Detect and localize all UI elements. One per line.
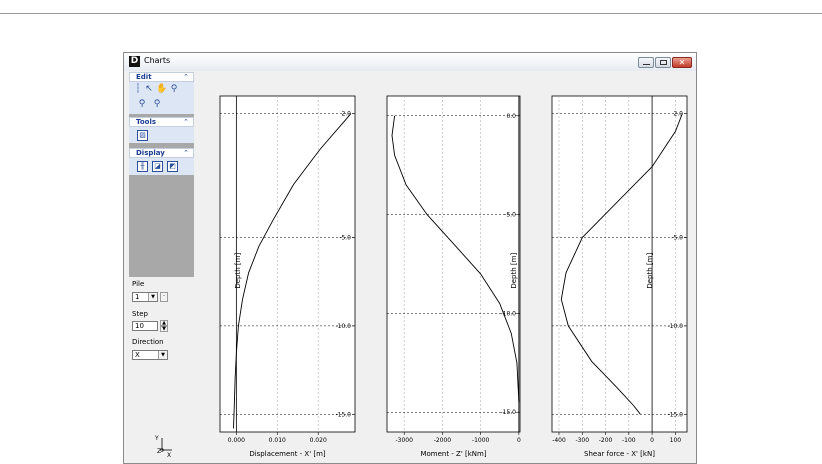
- y-tick-label: -10.0: [667, 323, 683, 330]
- plot-area: [386, 95, 521, 433]
- x-axis-label: Shear force - X' [kN]: [584, 450, 655, 458]
- x-tick-label: -100: [622, 437, 636, 444]
- x-axis-label: Displacement - X' [m]: [249, 450, 326, 458]
- x-tick-label: -200: [599, 437, 613, 444]
- y-tick-label: 0.0: [506, 113, 516, 120]
- y-tick-label: -10.0: [335, 323, 351, 330]
- y-axis-label: Depth [m]: [510, 253, 518, 289]
- x-tick-label: -300: [575, 437, 589, 444]
- y-tick-label: -5.0: [671, 234, 683, 241]
- y-tick-label: -5.0: [504, 212, 516, 219]
- y-tick-label: -15.0: [500, 409, 516, 416]
- x-tick-label: -3000: [395, 437, 413, 444]
- y-axis-label: Depth [m]: [646, 253, 654, 289]
- x-tick-label: -400: [552, 437, 566, 444]
- y-axis-label: Depth [m]: [234, 253, 242, 289]
- x-tick-label: 0: [517, 437, 521, 444]
- x-tick-label: -2000: [434, 437, 452, 444]
- x-tick-label: -1000: [472, 437, 490, 444]
- charts-area: 0.000 0.010 0.0202.0-5.0-10.0-15.0Displace…: [219, 95, 688, 458]
- x-tick-label: 0.020: [310, 437, 327, 444]
- x-axis-label: Moment - Z' [kNm]: [420, 450, 486, 458]
- y-tick-label: -15.0: [335, 411, 351, 418]
- x-tick-label: 0: [650, 437, 654, 444]
- x-tick-label: 0.010: [269, 437, 286, 444]
- y-tick-label: -5.0: [339, 234, 351, 241]
- x-tick-label: 0.000: [228, 437, 245, 444]
- x-tick-label: 100: [670, 437, 682, 444]
- y-tick-label: 2.0: [341, 111, 351, 118]
- y-tick-label: -15.0: [667, 411, 683, 418]
- plot-area: [551, 95, 688, 433]
